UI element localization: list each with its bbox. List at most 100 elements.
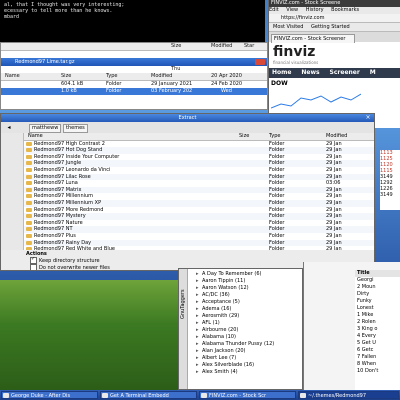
track-row[interactable]: 6 Getc [355,347,400,354]
bookmark-most-visited[interactable]: Most Visited [273,24,303,30]
column-modified[interactable]: Modified [211,43,232,50]
track-list-header[interactable]: Title [355,270,400,277]
side-tab[interactable]: GnuTaggers [179,269,188,389]
track-row[interactable]: Funky [355,298,400,305]
back-arrow-icon[interactable]: ◂ [5,124,13,131]
track-row[interactable]: Georgi [355,277,400,284]
column-size[interactable]: Size [239,133,249,140]
terminal-window[interactable]: al, that I thought was very interesting;… [0,0,265,42]
file-row[interactable] [1,51,267,58]
folder-row[interactable]: Redmond97 Nature Folder 29 Jan [24,220,374,227]
artist-row[interactable]: Aaron Watson (12) [188,285,302,292]
folder-row[interactable]: Redmond97 Matrix Folder 29 Jan [24,186,374,194]
folder-row[interactable]: Redmond97 Mystery Folder 29 Jan [24,213,374,220]
column-type[interactable]: Type [269,133,280,140]
bookmarks-bar: Most Visited Getting Started [269,23,400,32]
artist-row[interactable]: Aaron Tippin (11) [188,278,302,285]
nav-screener[interactable]: Screener [330,69,360,76]
artist-row[interactable]: Alex Silverblade (16) [188,362,302,369]
artist-row[interactable]: Albert Lee (7) [188,355,302,362]
archive-row[interactable]: 604.1 kB Folder 29 January 2021 24 Feb 2… [1,81,267,88]
task-music[interactable]: George Duke - After Dis [1,391,98,399]
menu-view[interactable]: View [286,7,298,13]
folder-row[interactable]: Redmond97 Inside Your Computer Folder 29 J… [24,154,374,161]
tab-finviz[interactable]: FINVIZ.com - Stock Screener [271,34,355,43]
nav-more[interactable]: M [370,69,376,76]
close-icon[interactable]: × [364,114,372,121]
track-row[interactable]: 7 Fallen [355,354,400,361]
track-list[interactable]: Title Georgi 2 Moun Dirty Funky Lonest 1 Mike… [355,270,400,390]
track-row[interactable]: 5 Get U [355,340,400,347]
menu-bookmarks[interactable]: Bookmarks [331,7,359,13]
folder-row[interactable]: Redmond97 Millennium XP Folder 29 Jan [24,199,374,207]
track-row[interactable]: 2 Moun [355,284,400,291]
task-file-manager[interactable]: ~/.themes/Redmond97 [298,391,399,399]
checkbox[interactable] [30,264,37,271]
artist-row[interactable]: Airbourne (20) [188,327,302,334]
menu-history[interactable]: History [306,7,324,13]
artist-row[interactable]: Alabama (10) [188,334,302,341]
folder-row[interactable]: Redmond97 Plus Folder 29 Jan [24,233,374,240]
track-row[interactable]: 1 Mike [355,312,400,319]
column-name[interactable]: Name [28,133,43,139]
track-row[interactable]: 3 King o [355,326,400,333]
archive-row[interactable]: 1.0 kB Folder 03 February 202 Wed [1,88,267,95]
menu-edit[interactable]: Edit [269,7,279,13]
file-list[interactable]: Name Size Type Modified Redmond97 High C… [24,133,374,250]
folder-row[interactable]: Redmond97 Leonardo da Vinci Folder 29 Jan [24,167,374,174]
artist-row[interactable]: AFL (1) [188,320,302,327]
artist-row[interactable]: Aerosmith (29) [188,313,302,320]
folder-row[interactable]: Redmond97 More Redmond Folder 29 Jan [24,207,374,214]
track-row[interactable]: 8 When [355,361,400,368]
artist-row[interactable]: Alex Smith (4) [188,369,302,376]
extract-dialog[interactable]: Extract × ◂ mattheww themes Name Size Ty… [0,113,375,271]
breadcrumb-home[interactable]: mattheww [29,124,62,133]
finviz-logo[interactable]: finviz [273,44,397,60]
url-bar[interactable]: https://finviz.com [269,14,400,23]
column-star[interactable]: Star [244,43,254,50]
folder-row[interactable]: Redmond97 Rainy Day Folder 29 Jan [24,239,374,247]
breadcrumb-themes[interactable]: themes [63,124,88,133]
column-size[interactable]: Size [171,43,181,50]
folder-row[interactable]: Redmond97 Millennium Folder 29 Jan [24,193,374,200]
folder-row[interactable]: Redmond97 NT Folder 29 Jan [24,226,374,233]
artist-row[interactable]: Alan Jackson (20) [188,348,302,355]
close-icon[interactable] [255,59,265,65]
track-row[interactable]: 2 Rolen [355,319,400,326]
track-row[interactable]: 10 Don't [355,368,400,375]
folder-row[interactable]: Redmond97 Lilac Rose Folder 29 Jan [24,173,374,181]
artist-row[interactable]: AC/DC (36) [188,292,302,299]
folder-row[interactable]: Redmond97 Hot Dog Stand Folder 29 Jan [24,147,374,154]
folder-row[interactable]: Redmond97 High Contrast 2 Folder 29 Jan [24,141,374,148]
nav-news[interactable]: News [301,69,319,76]
track-row[interactable]: Dirty [355,291,400,298]
checkbox-checked[interactable] [30,256,37,264]
column-size[interactable]: Size [61,73,71,80]
browser-window[interactable]: FINVIZ.com - Stock Screene Edit View His… [268,0,400,128]
track-row[interactable]: Lonest [355,305,400,312]
folder-row[interactable]: Redmond97 Jungle Folder 29 Jan [24,160,374,167]
column-name[interactable]: Name [5,73,20,80]
folder-row[interactable]: Redmond97 Red White and Blue Folder 29 Jan [24,246,374,250]
artist-row[interactable]: A Day To Remember (6) [188,271,302,278]
folder-row[interactable]: Redmond97 Luna Folder 03:06 [24,180,374,187]
background-file-manager[interactable]: Size Modified Star Redmond97 Lime.tar.gz… [0,42,268,110]
track-row[interactable]: 4 Every [355,333,400,340]
column-type[interactable]: Type [106,73,117,80]
places-sidebar[interactable] [1,133,24,250]
browser-titlebar[interactable]: FINVIZ.com - Stock Screene [269,0,400,7]
nav-home[interactable]: Home [272,69,291,76]
artist-row[interactable]: Alabama Thunder Pussy (12) [188,341,302,348]
extract-titlebar[interactable]: Extract × [1,114,374,122]
artist-row[interactable]: Acceptance (5) [188,299,302,306]
task-terminal[interactable]: Get A Terminal Embedd [100,391,197,399]
task-browser[interactable]: FINVIZ.com - Stock Scr [199,391,296,399]
task-label: FINVIZ.com - Stock Scr [209,393,267,399]
column-modified[interactable]: Modified [151,73,172,80]
file-row[interactable]: Thu [1,66,267,73]
bookmark-getting-started[interactable]: Getting Started [311,24,350,30]
archive-titlebar[interactable]: Redmond97 Lime.tar.gz [1,58,267,66]
column-modified[interactable]: Modified [326,133,347,140]
music-library-window[interactable]: GnuTaggers A Day To Remember (6)Aaron Ti… [178,268,303,390]
artist-row[interactable]: Adema (16) [188,306,302,313]
